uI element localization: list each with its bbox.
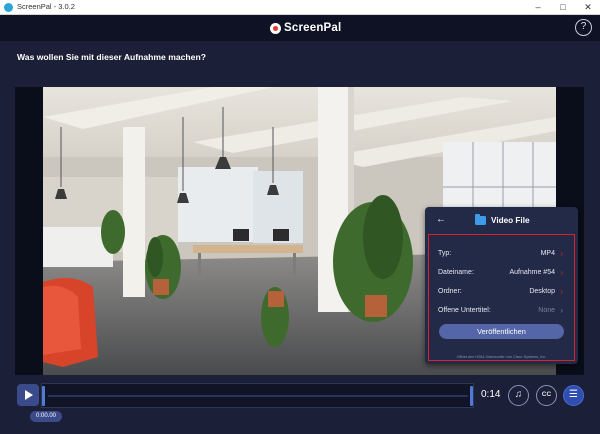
setting-value: MP4 — [540, 250, 555, 257]
screenpal-logo: ScreenPal — [270, 21, 341, 35]
setting-row-type[interactable]: Typ: MP4 › — [438, 249, 563, 262]
help-button[interactable]: ? — [575, 19, 592, 36]
window-titlebar: ScreenPal - 3.0.2 – □ ✕ — [0, 0, 600, 15]
setting-value: Desktop — [529, 288, 555, 295]
current-timecode: 0:00.00 — [30, 411, 62, 422]
chevron-right-icon: › — [560, 249, 563, 258]
setting-row-filename[interactable]: Dateiname: Aufnahme #54 › — [438, 268, 563, 281]
setting-label: Offene Untertitel: — [438, 307, 491, 314]
chevron-right-icon: › — [560, 287, 563, 296]
window-title: ScreenPal - 3.0.2 — [17, 2, 75, 11]
app-header: ScreenPal ? — [0, 15, 600, 41]
chevron-right-icon: › — [560, 306, 563, 315]
music-note-icon[interactable]: ♫ — [508, 385, 529, 406]
captions-button[interactable]: CC — [536, 385, 557, 406]
settings-highlight-box: Typ: MP4 › Dateiname: Aufnahme #54 › Ord… — [428, 234, 575, 361]
folder-icon — [475, 214, 486, 225]
logo-text: ScreenPal — [284, 22, 342, 34]
timeline-track[interactable] — [41, 383, 474, 408]
app-icon — [4, 3, 13, 12]
setting-value: None — [538, 307, 555, 314]
setting-label: Dateiname: — [438, 269, 474, 276]
publish-button[interactable]: Veröffentlichen — [439, 324, 564, 339]
total-duration: 0:14 — [481, 389, 501, 400]
timeline-end-handle[interactable] — [470, 386, 473, 406]
page-question: Was wollen Sie mit dieser Aufnahme mache… — [17, 52, 206, 62]
setting-label: Ordner: — [438, 288, 462, 295]
audio-waveform — [48, 395, 468, 397]
play-button[interactable] — [17, 384, 39, 406]
logo-mark-icon — [270, 22, 281, 34]
close-button[interactable]: ✕ — [576, 0, 600, 15]
maximize-button[interactable]: □ — [551, 0, 575, 15]
panel-title: Video File — [491, 216, 530, 225]
chevron-right-icon: › — [560, 268, 563, 277]
back-arrow-icon[interactable]: ← — [436, 214, 446, 225]
codec-footnote: Offnet den H264-Videocoder von Cisco Sys… — [456, 355, 547, 359]
setting-label: Typ: — [438, 250, 452, 257]
setting-row-folder[interactable]: Ordner: Desktop › — [438, 287, 563, 300]
setting-row-subtitles[interactable]: Offene Untertitel: None › — [438, 306, 563, 319]
minimize-button[interactable]: – — [526, 0, 550, 15]
export-panel: ← Video File Typ: MP4 › Dateiname: Aufna… — [425, 207, 578, 364]
timeline-start-handle[interactable] — [42, 386, 45, 406]
setting-value: Aufnahme #54 — [509, 269, 555, 276]
menu-icon[interactable]: ☰ — [563, 385, 584, 406]
